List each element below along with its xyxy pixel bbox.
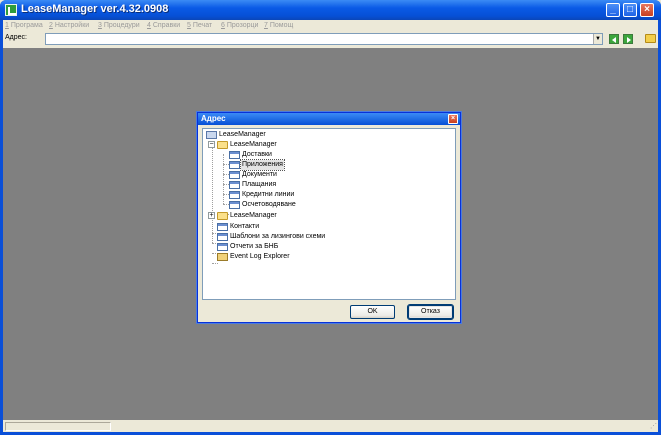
document-icon: [217, 243, 228, 251]
document-icon: [217, 223, 228, 231]
document-icon: [217, 233, 228, 241]
dialog-close-button[interactable]: ×: [448, 114, 458, 124]
menu-print[interactable]: 5 Печат: [187, 20, 212, 31]
status-bar: ⋰: [3, 421, 658, 432]
address-label: Адрес:: [5, 34, 27, 41]
computer-icon: [206, 131, 217, 139]
folder-icon: [217, 212, 228, 220]
close-button[interactable]: ×: [640, 3, 654, 17]
open-folder-icon: [217, 141, 228, 149]
address-tree[interactable]: LeaseManager − LeaseManager Доставки При…: [202, 128, 456, 300]
address-dialog: Адрес × LeaseManager − LeaseManager Дост…: [197, 112, 461, 323]
collapse-toggle[interactable]: −: [208, 141, 215, 148]
forward-arrow-icon[interactable]: [623, 34, 633, 44]
tree-connector: [212, 144, 213, 243]
menu-help[interactable]: 7 Помощ: [264, 20, 293, 31]
menu-reports[interactable]: 4 Справки: [147, 20, 180, 31]
document-icon: [229, 191, 240, 199]
document-icon: [229, 181, 240, 189]
event-log-icon: [217, 253, 228, 261]
tree-connector: [223, 154, 224, 204]
address-bar: Адрес: ▼: [3, 32, 658, 47]
document-icon: [229, 201, 240, 209]
maximize-button[interactable]: □: [623, 3, 637, 17]
document-icon: [229, 161, 240, 169]
document-icon: [229, 171, 240, 179]
minimize-button[interactable]: _: [606, 3, 620, 17]
resize-grip-icon[interactable]: ⋰: [650, 422, 657, 430]
menu-settings[interactable]: 2 Настройки: [49, 20, 89, 31]
address-input[interactable]: ▼: [45, 33, 603, 45]
menu-program[interactable]: 1 Програма: [5, 20, 43, 31]
status-panel: [5, 422, 111, 431]
open-folder-icon[interactable]: [645, 34, 656, 43]
address-dropdown-button[interactable]: ▼: [593, 34, 602, 44]
app-icon: [5, 4, 17, 16]
window-title: LeaseManager ver.4.32.0908: [21, 3, 169, 15]
document-icon: [229, 151, 240, 159]
title-bar[interactable]: LeaseManager ver.4.32.0908 _ □ ×: [0, 0, 661, 20]
expand-toggle[interactable]: +: [208, 212, 215, 219]
menu-windows[interactable]: 6 Прозорци: [221, 20, 258, 31]
tree-connector: [212, 263, 218, 264]
dialog-title-bar[interactable]: Адрес ×: [198, 113, 460, 125]
dialog-title: Адрес: [201, 114, 226, 123]
menu-procedures[interactable]: 3 Процедури: [98, 20, 140, 31]
ok-button[interactable]: OK: [350, 305, 395, 319]
back-arrow-icon[interactable]: [609, 34, 619, 44]
cancel-button[interactable]: Отказ: [407, 304, 454, 320]
selected-item-label: Приложения: [240, 159, 285, 171]
menu-bar: 1 Програма 2 Настройки 3 Процедури 4 Спр…: [3, 20, 658, 32]
